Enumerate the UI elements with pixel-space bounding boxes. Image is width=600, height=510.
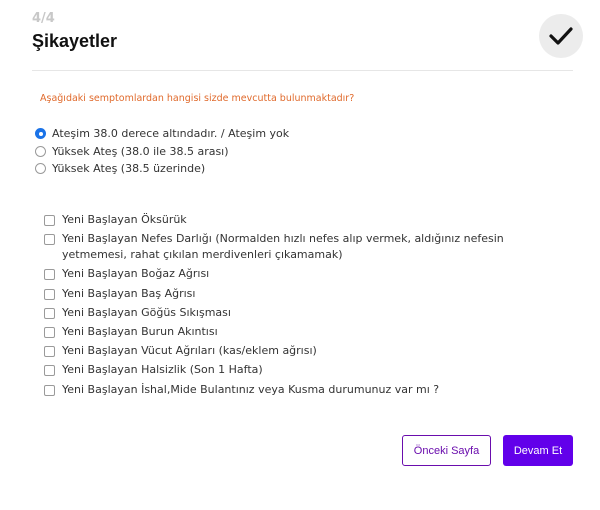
checkbox[interactable] bbox=[44, 365, 55, 377]
symptom-item[interactable]: Yeni Başlayan Burun Akıntısı bbox=[44, 324, 564, 340]
radio-button[interactable] bbox=[35, 163, 46, 175]
symptom-item[interactable]: Yeni Başlayan Öksürük bbox=[44, 212, 564, 228]
step-indicator: 4/4 bbox=[32, 11, 55, 26]
fever-option-label: Yüksek Ateş (38.5 üzerinde) bbox=[52, 162, 206, 176]
fever-option-label: Yüksek Ateş (38.0 ile 38.5 arası) bbox=[52, 144, 229, 158]
header-divider bbox=[32, 70, 573, 71]
symptom-label: Yeni Başlayan Baş Ağrısı bbox=[62, 286, 196, 300]
symptom-label: Yeni Başlayan Boğaz Ağrısı bbox=[62, 267, 210, 281]
symptom-item[interactable]: Yeni Başlayan Vücut Ağrıları (kas/eklem … bbox=[44, 343, 564, 359]
checkbox[interactable] bbox=[44, 326, 55, 338]
symptom-item[interactable]: Yeni Başlayan İshal,Mide Bulantınız veya… bbox=[44, 382, 564, 398]
confirm-button[interactable] bbox=[539, 14, 583, 58]
checkbox[interactable] bbox=[44, 346, 55, 358]
symptom-item[interactable]: Yeni Başlayan Halsizlik (Son 1 Hafta) bbox=[44, 362, 564, 378]
checkbox[interactable] bbox=[44, 307, 55, 319]
symptom-label: Yeni Başlayan Vücut Ağrıları (kas/eklem … bbox=[62, 344, 317, 358]
symptom-item[interactable]: Yeni Başlayan Göğüs Sıkışması bbox=[44, 305, 564, 321]
symptom-label: Yeni Başlayan Öksürük bbox=[62, 213, 187, 226]
symptom-label: Yeni Başlayan İshal,Mide Bulantınız veya… bbox=[62, 382, 440, 396]
symptom-item[interactable]: Yeni Başlayan Nefes Darlığı (Normalden h… bbox=[44, 231, 564, 263]
fever-radio-group: Ateşim 38.0 derece altındadır. / Ateşim … bbox=[35, 125, 289, 178]
continue-button[interactable]: Devam Et bbox=[503, 435, 573, 466]
symptom-label: Yeni Başlayan Burun Akıntısı bbox=[62, 324, 218, 338]
page-title: Şikayetler bbox=[32, 31, 118, 51]
checkbox[interactable] bbox=[44, 234, 55, 246]
fever-option-label: Ateşim 38.0 derece altındadır. / Ateşim … bbox=[52, 127, 290, 141]
fever-option[interactable]: Yüksek Ateş (38.0 ile 38.5 arası) bbox=[35, 143, 289, 161]
checkbox[interactable] bbox=[44, 384, 55, 396]
previous-page-button[interactable]: Önceki Sayfa bbox=[402, 435, 491, 466]
question-text: Aşağıdaki semptomlardan hangisi sizde me… bbox=[40, 93, 355, 104]
symptom-checklist: Yeni Başlayan Öksürük Yeni Başlayan Nefe… bbox=[44, 212, 564, 401]
symptom-item[interactable]: Yeni Başlayan Boğaz Ağrısı bbox=[44, 266, 564, 282]
symptom-label: Yeni Başlayan Halsizlik (Son 1 Hafta) bbox=[62, 363, 263, 377]
checkbox[interactable] bbox=[44, 215, 55, 226]
checkbox[interactable] bbox=[44, 269, 55, 281]
radio-button[interactable] bbox=[35, 128, 46, 140]
checkbox[interactable] bbox=[44, 288, 55, 300]
fever-option[interactable]: Yüksek Ateş (38.5 üzerinde) bbox=[35, 160, 289, 178]
radio-button[interactable] bbox=[35, 145, 46, 157]
fever-option[interactable]: Ateşim 38.0 derece altındadır. / Ateşim … bbox=[35, 125, 289, 143]
symptom-label: Yeni Başlayan Nefes Darlığı (Normalden h… bbox=[62, 232, 504, 262]
checkmark-icon bbox=[549, 27, 573, 45]
symptom-item[interactable]: Yeni Başlayan Baş Ağrısı bbox=[44, 286, 564, 302]
symptom-label: Yeni Başlayan Göğüs Sıkışması bbox=[62, 305, 231, 319]
